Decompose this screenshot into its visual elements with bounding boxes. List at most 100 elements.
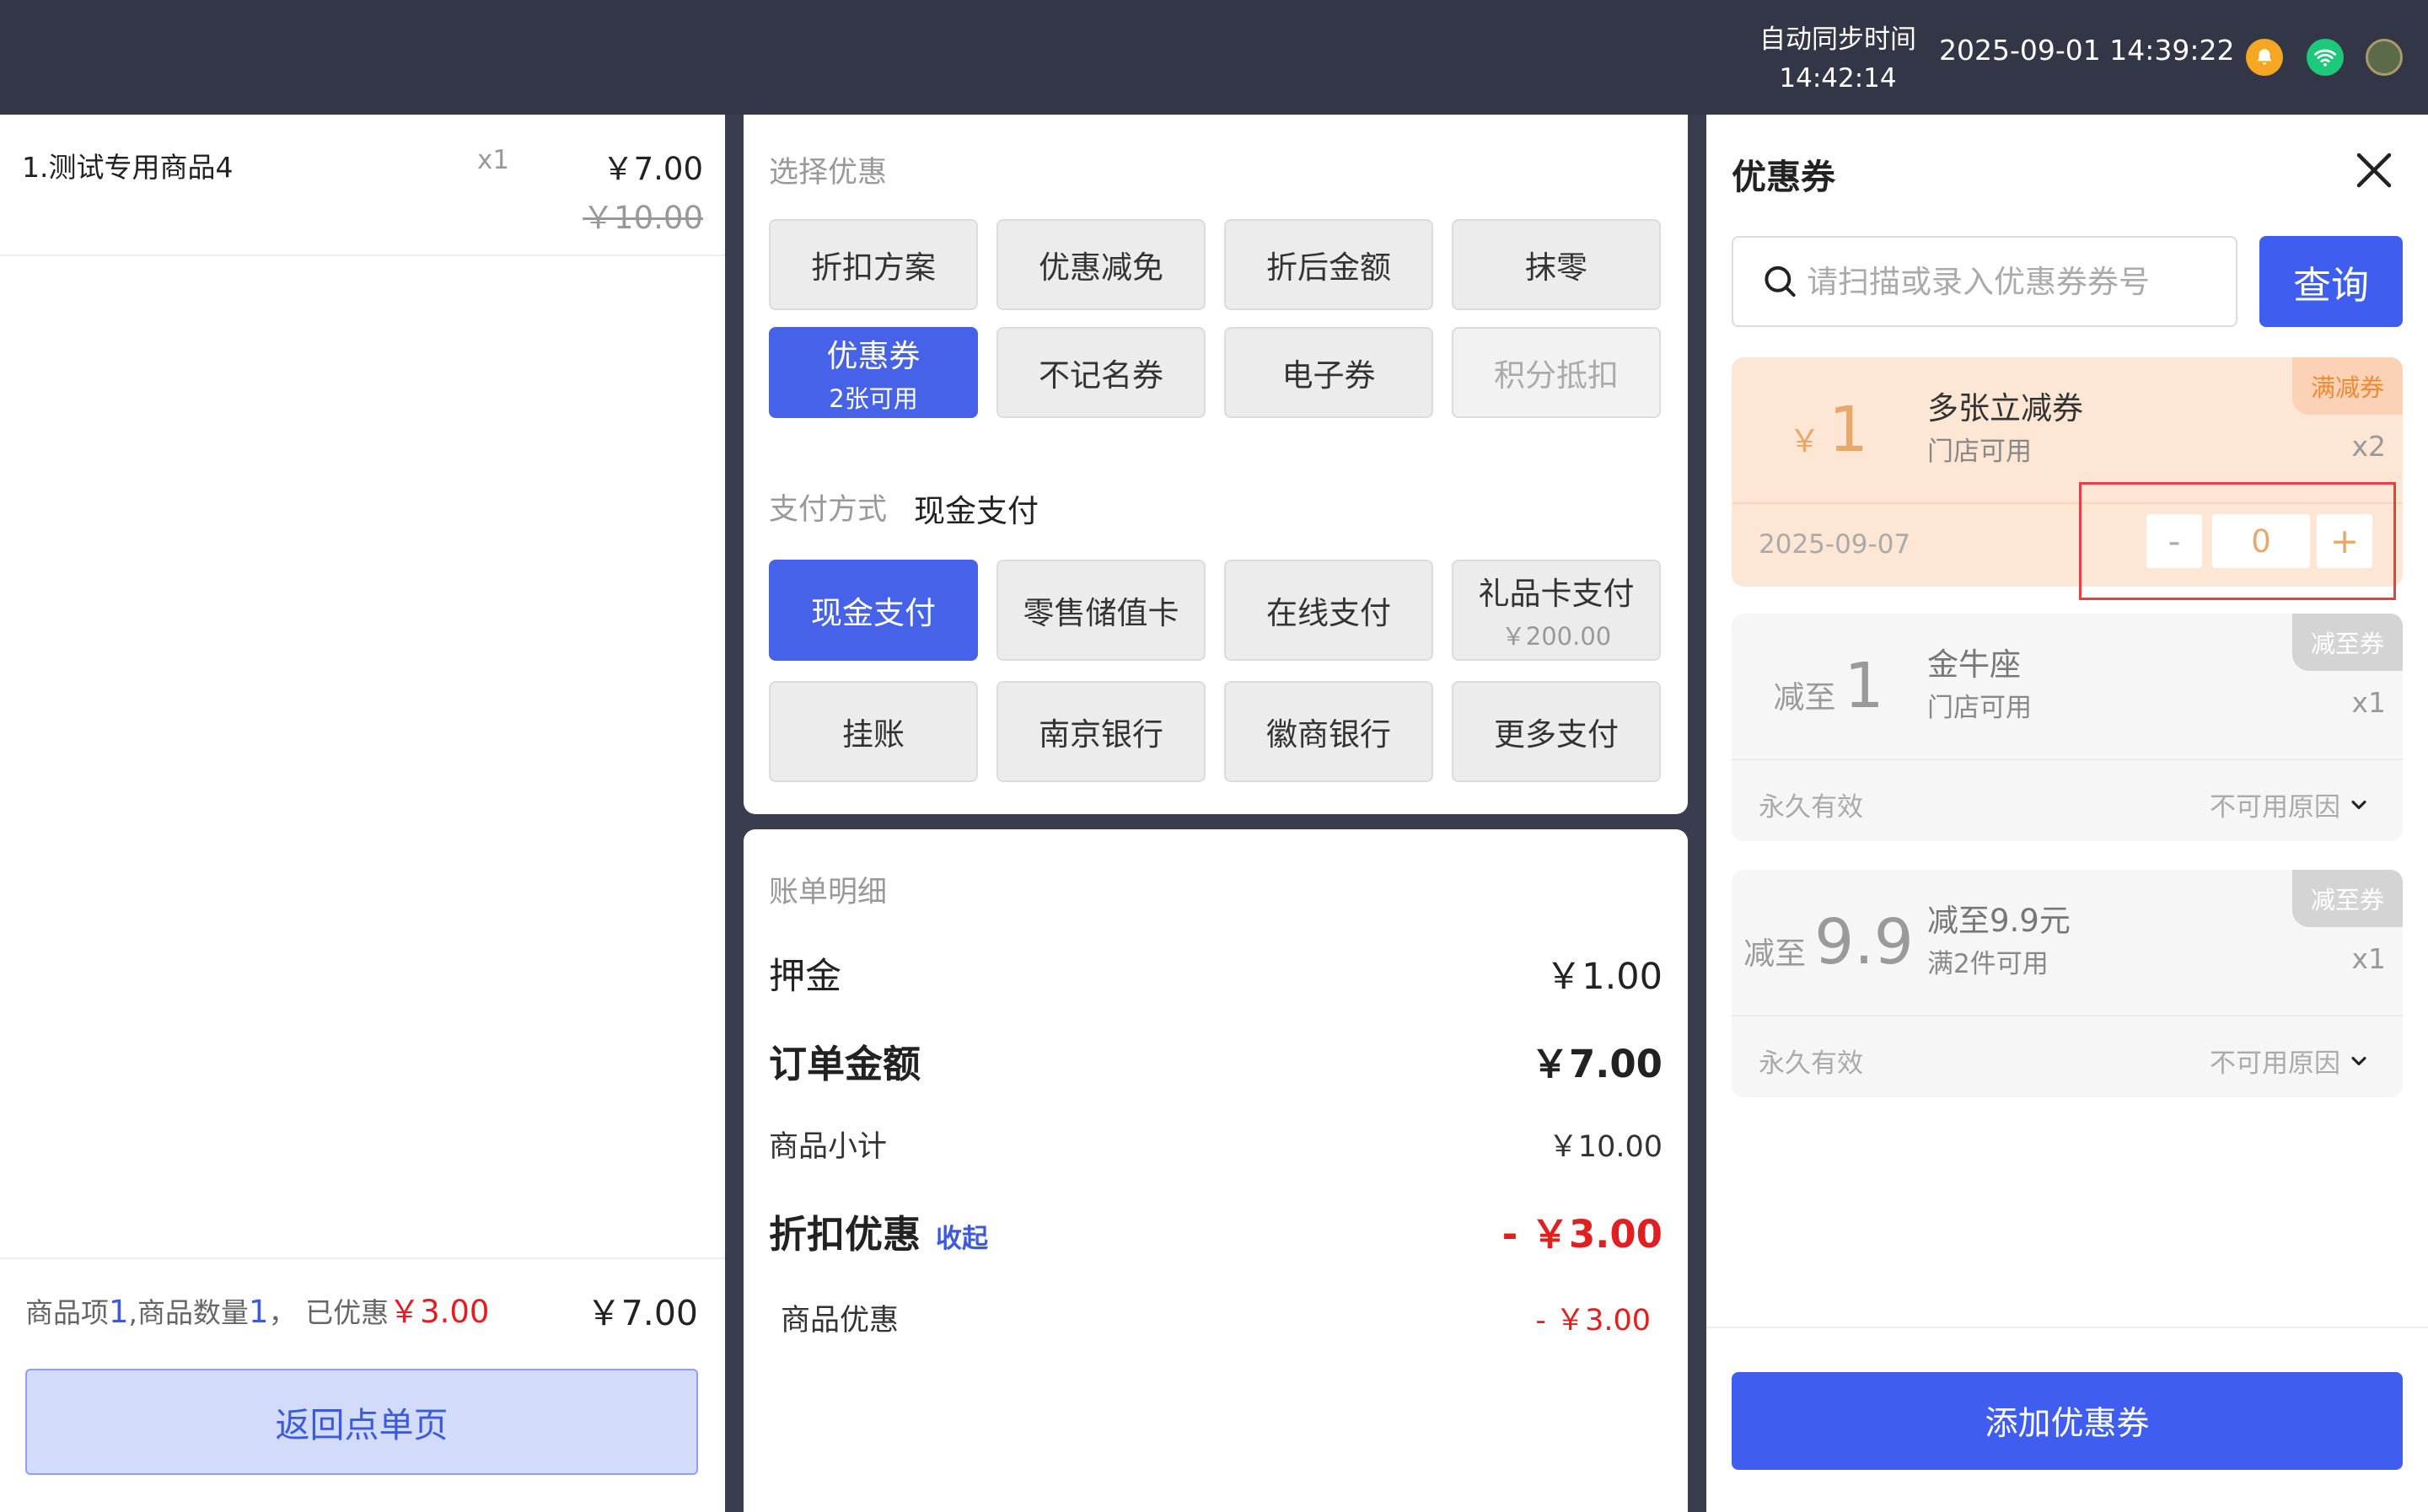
order-amount-value: ￥7.00	[1530, 1042, 1663, 1086]
coupon-desc: 门店可用	[1927, 693, 2032, 723]
pay-method-nanjing-bank[interactable]: 南京银行	[996, 681, 1206, 782]
pay-method-gift-card[interactable]: 礼品卡支付 ￥200.00	[1452, 560, 1661, 661]
coupon-count: x1	[2351, 942, 2386, 975]
coupon-desc: 满2件可用	[1927, 949, 2049, 979]
coupon-value: 减至 9.9	[1732, 870, 1926, 1015]
sync-info: 自动同步时间 14:42:14	[1745, 20, 1931, 98]
search-icon	[1765, 265, 1796, 298]
discount-option-bearer-coupon[interactable]: 不记名券	[996, 327, 1206, 418]
cart-summary: 商品项1,商品数量1， 已优惠￥3.00 ￥7.00	[0, 1257, 725, 1338]
discount-option-rate[interactable]: 折扣方案	[769, 219, 978, 310]
discount-option-round-off[interactable]: 抹零	[1452, 219, 1661, 310]
coupon-type-badge: 满减券	[2291, 357, 2403, 415]
pay-method-more[interactable]: 更多支付	[1452, 681, 1661, 782]
coupon-value-amount: 1	[1844, 650, 1884, 722]
coupon-card-top: ￥ 1 多张立减券 门店可用 x2 满减券	[1732, 357, 2403, 502]
coupon-value-prefix: 减至	[1743, 936, 1807, 972]
pay-method-huishang-bank[interactable]: 徽商银行	[1224, 681, 1433, 782]
current-datetime: 2025-09-01 14:39:22	[1939, 34, 2235, 67]
discount-option-final-amount[interactable]: 折后金额	[1224, 219, 1433, 310]
coupon-value: 减至 1	[1732, 614, 1926, 759]
deposit-value: ￥1.00	[1545, 956, 1663, 998]
coupon-panel: 优惠券 查询 ￥1 多张立减券 门店可用 x2 满减券 2025-09-07 减…	[1706, 115, 2428, 1512]
sync-label: 自动同步时间	[1759, 24, 1916, 55]
payment-method-label: 支付方式	[769, 493, 888, 527]
coupon-value: ￥ 1	[1732, 357, 1926, 502]
coupon-name: 减至9.9元	[1927, 903, 2071, 939]
discount-option-reduction[interactable]: 优惠减免	[996, 219, 1206, 310]
discount-payment-panel: 选择优惠 折扣方案 优惠减免 折后金额 抹零 优惠券 2张可用 不记名券 电子券…	[744, 115, 1688, 814]
coupon-divider	[1732, 759, 2403, 760]
coupon-expiry: 永久有效	[1759, 792, 1863, 823]
bill-detail-panel: 账单明细 押金 ￥1.00 订单金额 ￥7.00 商品小计 ￥10.00 折扣优…	[744, 829, 1688, 1512]
coupon-expiry: 2025-09-07	[1759, 529, 1911, 560]
coupon-divider	[1732, 1015, 2403, 1016]
items-count: 1	[109, 1294, 129, 1330]
coupon-search-input[interactable]	[1807, 263, 2236, 300]
bell-icon[interactable]	[2246, 39, 2283, 76]
pay-method-online[interactable]: 在线支付	[1224, 560, 1433, 661]
coupon-value-amount: 9.9	[1814, 906, 1914, 979]
coupon-card-top: 减至 9.9 减至9.9元 满2件可用 x1 减至券	[1732, 870, 2403, 1015]
add-coupon-button[interactable]: 添加优惠券	[1732, 1372, 2403, 1470]
sync-time: 14:42:14	[1779, 63, 1897, 94]
items-label: 商品项	[25, 1296, 109, 1329]
coupon-count: x1	[2351, 686, 2386, 719]
close-icon[interactable]	[2349, 145, 2399, 196]
coupon-card[interactable]: 减至 1 金牛座 门店可用 x1 减至券 永久有效 不可用原因	[1732, 614, 2403, 841]
chevron-down-icon	[2351, 1056, 2366, 1065]
coupon-type-badge: 减至券	[2291, 870, 2403, 927]
coupon-value-prefix: ￥	[1788, 423, 1820, 459]
chevron-down-icon	[2351, 800, 2366, 809]
coupon-search-box[interactable]	[1732, 236, 2237, 327]
back-to-order-button[interactable]: 返回点单页	[25, 1369, 698, 1475]
coupon-panel-title: 优惠券	[1732, 157, 1835, 197]
unavailable-reason-toggle[interactable]: 不可用原因	[2210, 1042, 2371, 1080]
coupon-card[interactable]: 减至 9.9 减至9.9元 满2件可用 x1 减至券 永久有效 不可用原因	[1732, 870, 2403, 1097]
coupon-value-prefix: 减至	[1773, 679, 1836, 716]
bill-title: 账单明细	[769, 876, 888, 909]
discounted-label: ， 已优惠	[268, 1296, 389, 1329]
unavailable-reason-label: 不可用原因	[2210, 792, 2340, 823]
coupon-expiry: 永久有效	[1759, 1048, 1863, 1079]
coupon-card-top: 减至 1 金牛座 门店可用 x1 减至券	[1732, 614, 2403, 759]
discount-label: 折扣优惠	[769, 1212, 921, 1257]
cart-item-price: ￥7.00	[602, 151, 703, 187]
bill-row-subtotal: 商品小计 ￥10.00	[769, 1123, 1663, 1166]
coupon-desc: 门店可用	[1927, 437, 2032, 467]
pay-method-on-account[interactable]: 挂账	[769, 681, 978, 782]
query-button[interactable]: 查询	[2259, 236, 2403, 327]
cart-panel: 1.测试专用商品4 x1 ￥7.00 ￥10.00 商品项1,商品数量1， 已优…	[0, 115, 725, 1512]
wifi-icon[interactable]	[2307, 39, 2344, 76]
cart-total: ￥7.00	[586, 1293, 698, 1333]
payment-method-current: 现金支付	[914, 493, 1039, 529]
goods-discount-label: 商品优惠	[781, 1304, 900, 1338]
highlight-box	[2079, 482, 2396, 600]
cart-item-name: 1.测试专用商品4	[22, 151, 234, 184]
top-bar: 自动同步时间 14:42:14 2025-09-01 14:39:22	[0, 0, 2428, 115]
discount-value: - ￥3.00	[1501, 1212, 1663, 1257]
pay-method-cash[interactable]: 现金支付	[769, 560, 978, 661]
goods-discount-value: - ￥3.00	[1535, 1304, 1651, 1338]
order-amount-label: 订单金额	[769, 1042, 921, 1086]
subtotal-value: ￥10.00	[1548, 1130, 1663, 1164]
coupon-value-amount: 1	[1828, 394, 1869, 466]
avatar[interactable]	[2366, 39, 2403, 76]
subtotal-label: 商品小计	[769, 1130, 888, 1164]
cart-summary-text: 商品项1,商品数量1， 已优惠￥3.00	[25, 1286, 489, 1332]
discount-option-e-coupon[interactable]: 电子券	[1224, 327, 1433, 418]
bill-row-order-amount: 订单金额 ￥7.00	[769, 1033, 1663, 1088]
discount-option-points[interactable]: 积分抵扣	[1452, 327, 1661, 418]
unavailable-reason-toggle[interactable]: 不可用原因	[2210, 785, 2371, 823]
collapse-link[interactable]: 收起	[936, 1224, 988, 1254]
discount-option-coupon[interactable]: 优惠券 2张可用	[769, 327, 978, 418]
bill-row-deposit: 押金 ￥1.00	[769, 947, 1663, 1000]
unavailable-reason-label: 不可用原因	[2210, 1048, 2340, 1079]
cart-item-row[interactable]: 1.测试专用商品4 x1 ￥7.00 ￥10.00	[0, 115, 725, 256]
qty-count: 1	[249, 1294, 269, 1330]
qty-label: ,商品数量	[128, 1296, 250, 1329]
bill-row-discount: 折扣优惠 收起 - ￥3.00	[769, 1204, 1663, 1258]
footer-divider	[1706, 1327, 2428, 1328]
coupon-type-badge: 减至券	[2291, 614, 2403, 671]
pay-method-stored-value-card[interactable]: 零售储值卡	[996, 560, 1206, 661]
